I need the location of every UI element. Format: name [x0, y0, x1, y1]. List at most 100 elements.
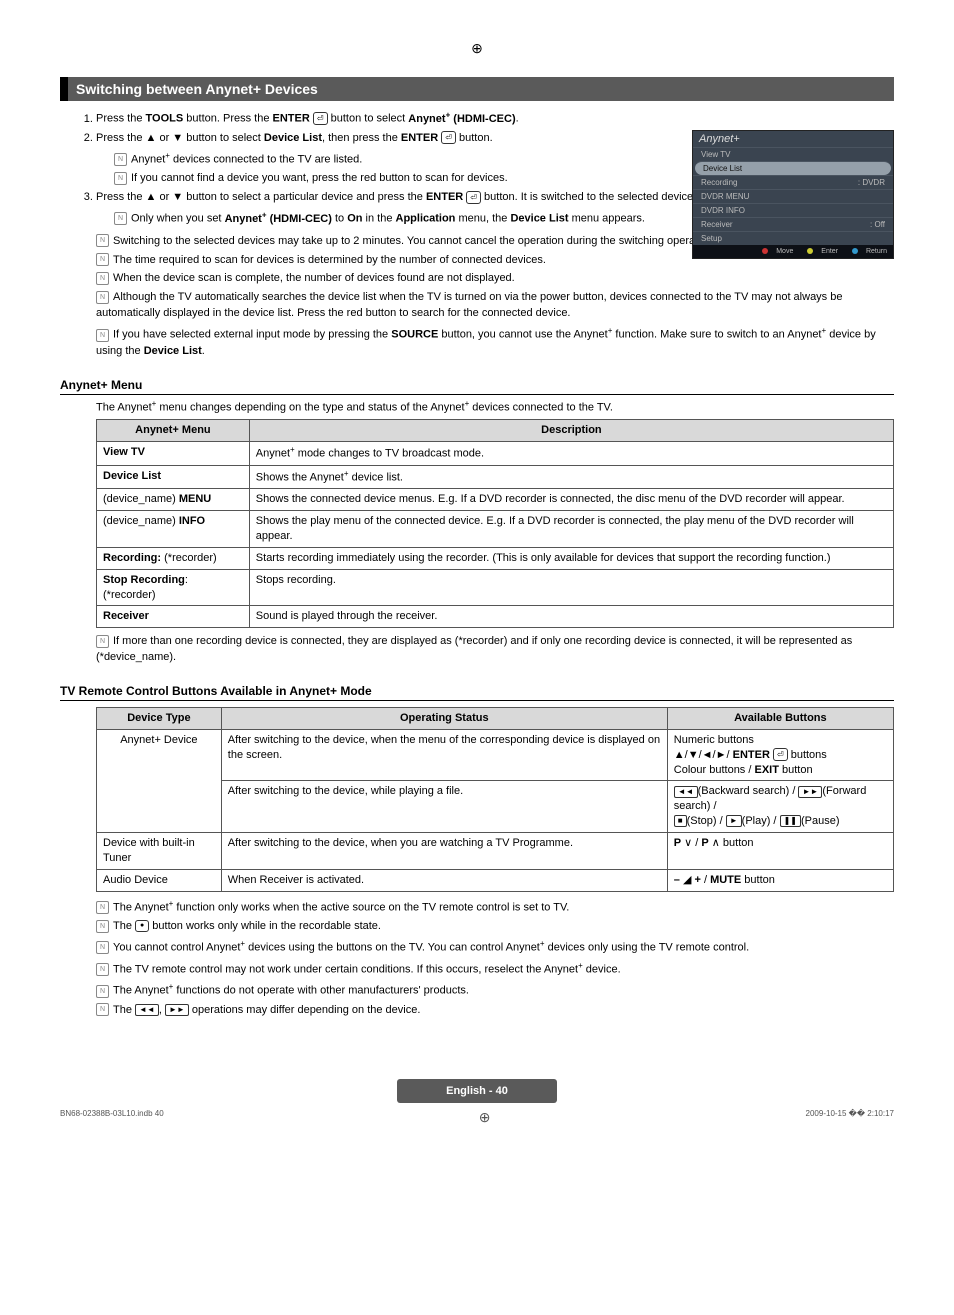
notes-list-a-last: NIf you have selected external input mod… [60, 325, 894, 360]
record-icon: ● [135, 920, 149, 932]
enter-icon: ⏎ [773, 748, 788, 761]
page-footer: English - 40 [397, 1079, 557, 1103]
cell-desc: Starts recording immediately using the r… [249, 547, 893, 569]
table-row: Anynet+ Device After switching to the de… [97, 729, 894, 781]
note-icon: N [96, 272, 109, 285]
note-item: NAlthough the TV automatically searches … [96, 290, 894, 322]
osd-footer: Move Enter Return [693, 245, 893, 258]
cell-menu: Receiver [97, 606, 250, 628]
step-1: Press the TOOLS button. Press the ENTER … [96, 109, 894, 128]
note-b-1: NThe Anynet+ function only works when th… [96, 898, 894, 917]
cell-av: P ∨ / P ∧ button [667, 833, 893, 870]
osd-footer-return: Return [866, 248, 887, 255]
play-icon: ► [726, 815, 742, 827]
cell-av: Numeric buttons▲/▼/◄/►/ ENTER ⏎ buttonsC… [667, 729, 893, 781]
note-source: NIf you have selected external input mod… [96, 325, 894, 360]
ffwd-icon: ►► [165, 1004, 189, 1016]
table-row: Device with built-in Tuner After switchi… [97, 833, 894, 870]
cell-desc: Shows the Anynet+ device list. [249, 465, 893, 489]
remote-heading: TV Remote Control Buttons Available in A… [60, 684, 894, 701]
note-icon: N [96, 234, 109, 247]
osd-row: View TV [693, 147, 893, 161]
cell-menu: (device_name) MENU [97, 489, 250, 511]
doc-meta-right: 2009-10-15 �� 2:10:17 [806, 1109, 894, 1126]
section-title-text: Switching between Anynet+ Devices [76, 81, 318, 97]
note-b-2: NThe ● button works only while in the re… [96, 919, 894, 935]
osd-footer-enter: Enter [821, 248, 838, 255]
note-b-3: NYou cannot control Anynet+ devices usin… [96, 938, 894, 957]
cell-desc: Anynet+ mode changes to TV broadcast mod… [249, 442, 893, 466]
anynet-menu-table: Anynet+ MenuDescription View TVAnynet+ m… [96, 419, 894, 628]
note-icon: N [96, 941, 109, 954]
remote-table: Device Type Operating Status Available B… [96, 707, 894, 891]
osd-title: Anynet+ [693, 131, 893, 147]
osd-row: Device List [695, 161, 891, 175]
cell-desc: Sound is played through the receiver. [249, 606, 893, 628]
note-icon: N [96, 291, 109, 304]
table-row: View TVAnynet+ mode changes to TV broadc… [97, 442, 894, 466]
note-b-5: NThe Anynet+ functions do not operate wi… [96, 981, 894, 1000]
note-icon: N [96, 985, 109, 998]
cell-op: After switching to the device, when you … [221, 833, 667, 870]
menu-after-note: NIf more than one recording device is co… [60, 634, 894, 666]
cell-op: After switching to the device, while pla… [221, 781, 667, 833]
pause-icon: ❚❚ [780, 815, 801, 827]
osd-row: Recording: DVDR [693, 175, 893, 189]
enter-icon: ⏎ [313, 112, 328, 125]
menu-after-note-item: NIf more than one recording device is co… [96, 634, 894, 666]
table-row: Device ListShows the Anynet+ device list… [97, 465, 894, 489]
note-icon: N [114, 153, 127, 166]
table-row: (device_name) MENUShows the connected de… [97, 489, 894, 511]
note-icon: N [96, 963, 109, 976]
cell-desc: Shows the connected device menus. E.g. I… [249, 489, 893, 511]
table-row: Recording: (*recorder)Starts recording i… [97, 547, 894, 569]
rewind-icon: ◄◄ [674, 786, 698, 798]
cell-menu: Device List [97, 465, 250, 489]
stop-icon: ■ [674, 815, 687, 827]
cell-av: ◄◄(Backward search) / ►►(Forward search)… [667, 781, 893, 833]
osd-row: Receiver: Off [693, 217, 893, 231]
doc-meta: BN68-02388B-03L10.indb 40 ⊕ 2009-10-15 �… [60, 1109, 894, 1126]
table-row: Stop Recording: (*recorder)Stops recordi… [97, 569, 894, 606]
notes-list-b: NThe Anynet+ function only works when th… [60, 898, 894, 1019]
cell-av: – ◢ + / MUTE button [667, 869, 893, 891]
note-icon: N [96, 920, 109, 933]
th-op: Operating Status [221, 708, 667, 730]
doc-meta-left: BN68-02388B-03L10.indb 40 [60, 1109, 164, 1126]
anynet-menu-heading: Anynet+ Menu [60, 378, 894, 395]
table-row: (device_name) INFOShows the play menu of… [97, 511, 894, 548]
note-icon: N [96, 253, 109, 266]
cell-op: After switching to the device, when the … [221, 729, 667, 781]
osd-preview: Anynet+ View TVDevice ListRecording: DVD… [692, 130, 894, 259]
cell-type: Anynet+ Device [97, 729, 222, 832]
th-desc: Description [249, 420, 893, 442]
table-row: ReceiverSound is played through the rece… [97, 606, 894, 628]
th-menu: Anynet+ Menu [97, 420, 250, 442]
rewind-icon: ◄◄ [135, 1004, 159, 1016]
note-b-6: NThe ◄◄, ►► operations may differ depend… [96, 1003, 894, 1019]
note-icon: N [96, 1003, 109, 1016]
cell-menu: Stop Recording: (*recorder) [97, 569, 250, 606]
cell-menu: (device_name) INFO [97, 511, 250, 548]
th-av: Available Buttons [667, 708, 893, 730]
osd-row: DVDR INFO [693, 203, 893, 217]
note-icon: N [114, 172, 127, 185]
osd-row: Setup [693, 231, 893, 245]
note-icon: N [96, 635, 109, 648]
table-row: Audio Device When Receiver is activated.… [97, 869, 894, 891]
cell-op: When Receiver is activated. [221, 869, 667, 891]
note-icon: N [96, 901, 109, 914]
note-icon: N [96, 329, 109, 342]
cell-type: Device with built-in Tuner [97, 833, 222, 870]
registration-mark-top: ⊕ [60, 40, 894, 57]
ffwd-icon: ►► [798, 786, 822, 798]
registration-mark-bottom: ⊕ [479, 1109, 491, 1126]
cell-menu: Recording: (*recorder) [97, 547, 250, 569]
cell-type: Audio Device [97, 869, 222, 891]
th-type: Device Type [97, 708, 222, 730]
note-b-4: NThe TV remote control may not work unde… [96, 960, 894, 979]
anynet-menu-intro: The Anynet+ menu changes depending on th… [96, 399, 894, 414]
cell-desc: Stops recording. [249, 569, 893, 606]
osd-footer-move: Move [776, 248, 793, 255]
section-title: Switching between Anynet+ Devices [60, 77, 894, 101]
